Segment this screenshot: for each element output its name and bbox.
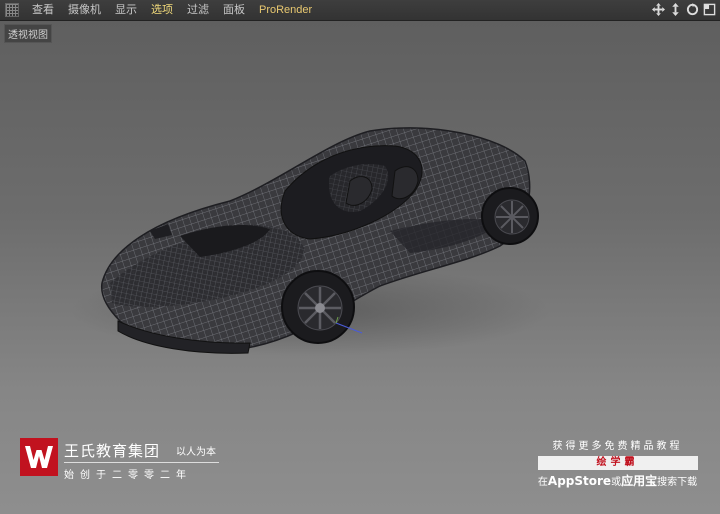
promo-prefix: 在 (537, 477, 548, 488)
menu-camera[interactable]: 摄像机 (61, 0, 108, 20)
promo-bottom-text: 在AppStore或应用宝搜索下载 (535, 472, 700, 489)
brand-divider (64, 462, 219, 463)
menu-panel[interactable]: 面板 (216, 0, 252, 20)
menu-prorender[interactable]: ProRender (252, 0, 319, 20)
promo-appstore: AppStore (547, 474, 612, 488)
menu-filter[interactable]: 过滤 (180, 0, 216, 20)
promo-app-name: 绘学霸 (537, 456, 698, 470)
brand-name: 王氏教育集团 (64, 442, 161, 460)
menu-options[interactable]: 选项 (144, 0, 180, 20)
brand-watermark: 王氏教育集团 以人为本 始创于二零零二年 (20, 438, 230, 488)
promo-block: 获得更多免费精品教程 绘学霸 在AppStore或应用宝搜索下载 (535, 437, 700, 497)
brand-logo-icon (20, 438, 58, 476)
brand-founded: 始创于二零零二年 (64, 470, 192, 481)
promo-yyb: 应用宝 (621, 474, 658, 488)
viewport-grid-icon[interactable] (5, 3, 19, 17)
menu-view[interactable]: 查看 (25, 0, 61, 20)
promo-suffix: 搜索下载 (657, 477, 698, 488)
promo-top-text: 获得更多免费精品教程 (552, 441, 683, 452)
brand-slogan: 以人为本 (176, 447, 216, 458)
move-view-icon[interactable] (651, 2, 665, 16)
promo-or: 或 (611, 477, 622, 488)
maximize-view-icon[interactable] (702, 2, 716, 16)
menu-display[interactable]: 显示 (108, 0, 144, 20)
viewport-nav-icons (651, 2, 716, 16)
zoom-view-icon[interactable] (668, 2, 682, 16)
rotate-view-icon[interactable] (685, 2, 699, 16)
viewport-menubar: 查看 摄像机 显示 选项 过滤 面板 ProRender (0, 0, 720, 21)
